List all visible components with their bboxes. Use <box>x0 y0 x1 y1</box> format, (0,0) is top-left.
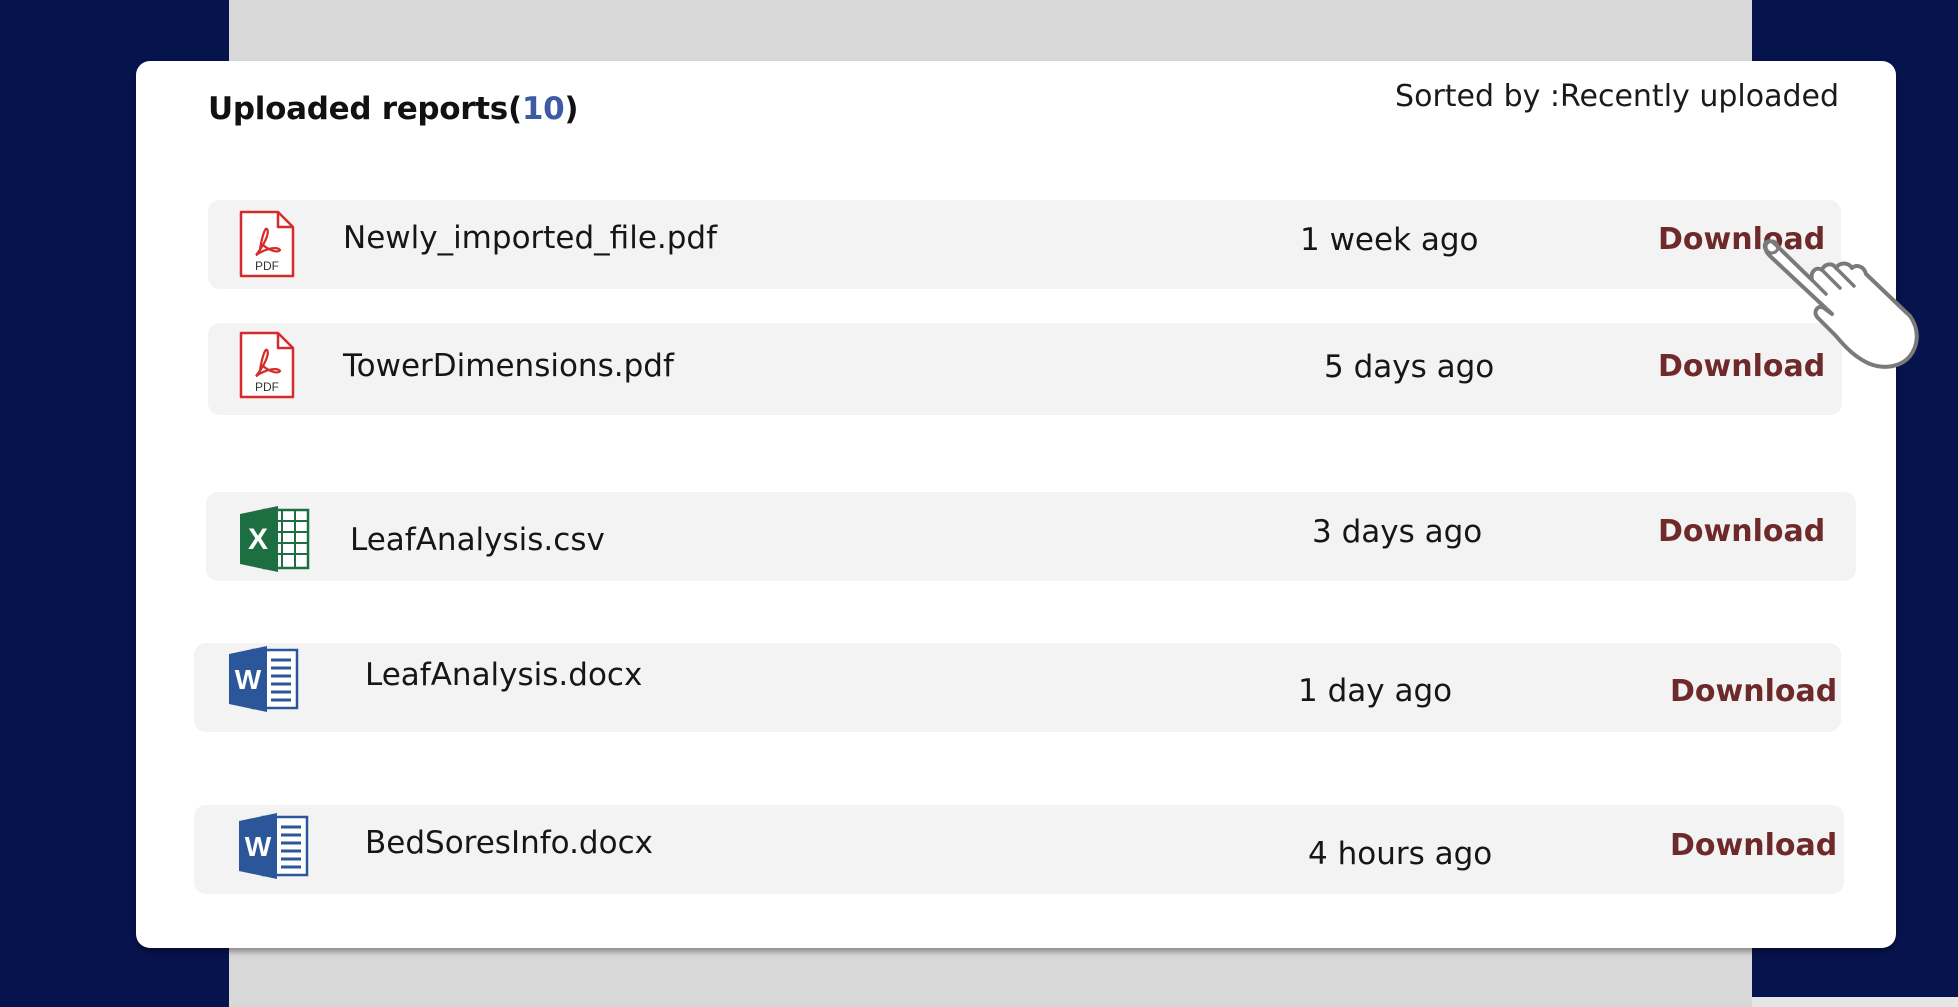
word-file-icon: W <box>237 811 311 881</box>
file-row: W LeafAnalysis.docx 1 day ago Download <box>194 643 1841 732</box>
file-upload-time: 4 hours ago <box>1308 836 1493 872</box>
pdf-file-icon: PDF <box>238 209 296 279</box>
background-corner-strip <box>1752 997 1958 1007</box>
file-upload-time: 1 week ago <box>1300 222 1479 258</box>
word-icon-label: W <box>235 664 262 695</box>
pdf-file-icon: PDF <box>238 330 296 400</box>
file-name: LeafAnalysis.docx <box>365 657 643 693</box>
title-text: Uploaded reports( <box>208 91 522 127</box>
pdf-icon-label: PDF <box>255 380 279 394</box>
file-name: LeafAnalysis.csv <box>350 522 605 558</box>
download-button[interactable]: Download <box>1670 674 1837 709</box>
uploaded-reports-title: Uploaded reports(10) <box>208 91 579 127</box>
file-row: W BedSoresInfo.docx 4 hours ago Download <box>194 805 1844 894</box>
file-upload-time: 3 days ago <box>1312 514 1483 550</box>
file-upload-time: 1 day ago <box>1298 673 1453 709</box>
reports-count: 10 <box>521 91 565 127</box>
pdf-icon-label: PDF <box>255 259 279 273</box>
word-file-icon: W <box>227 644 301 714</box>
file-row: PDF Newly_imported_file.pdf 1 week ago D… <box>208 200 1841 289</box>
download-button[interactable]: Download <box>1658 514 1825 549</box>
file-row: X LeafAnalysis.csv 3 days ago Download <box>206 492 1856 581</box>
title-close-paren: ) <box>564 91 579 127</box>
word-icon-label: W <box>245 831 272 862</box>
file-upload-time: 5 days ago <box>1324 349 1495 385</box>
uploaded-reports-card: Uploaded reports(10) Sorted by :Recently… <box>136 61 1896 948</box>
hand-pointer-cursor-icon <box>1760 238 1920 373</box>
excel-file-icon: X <box>238 504 312 574</box>
file-row: PDF TowerDimensions.pdf 5 days ago Downl… <box>208 323 1842 415</box>
file-name: Newly_imported_file.pdf <box>343 220 718 256</box>
download-button[interactable]: Download <box>1670 828 1837 863</box>
file-name: BedSoresInfo.docx <box>365 825 653 861</box>
sort-label[interactable]: Sorted by :Recently uploaded <box>1395 79 1839 114</box>
excel-icon-label: X <box>248 523 268 556</box>
file-name: TowerDimensions.pdf <box>343 348 674 384</box>
